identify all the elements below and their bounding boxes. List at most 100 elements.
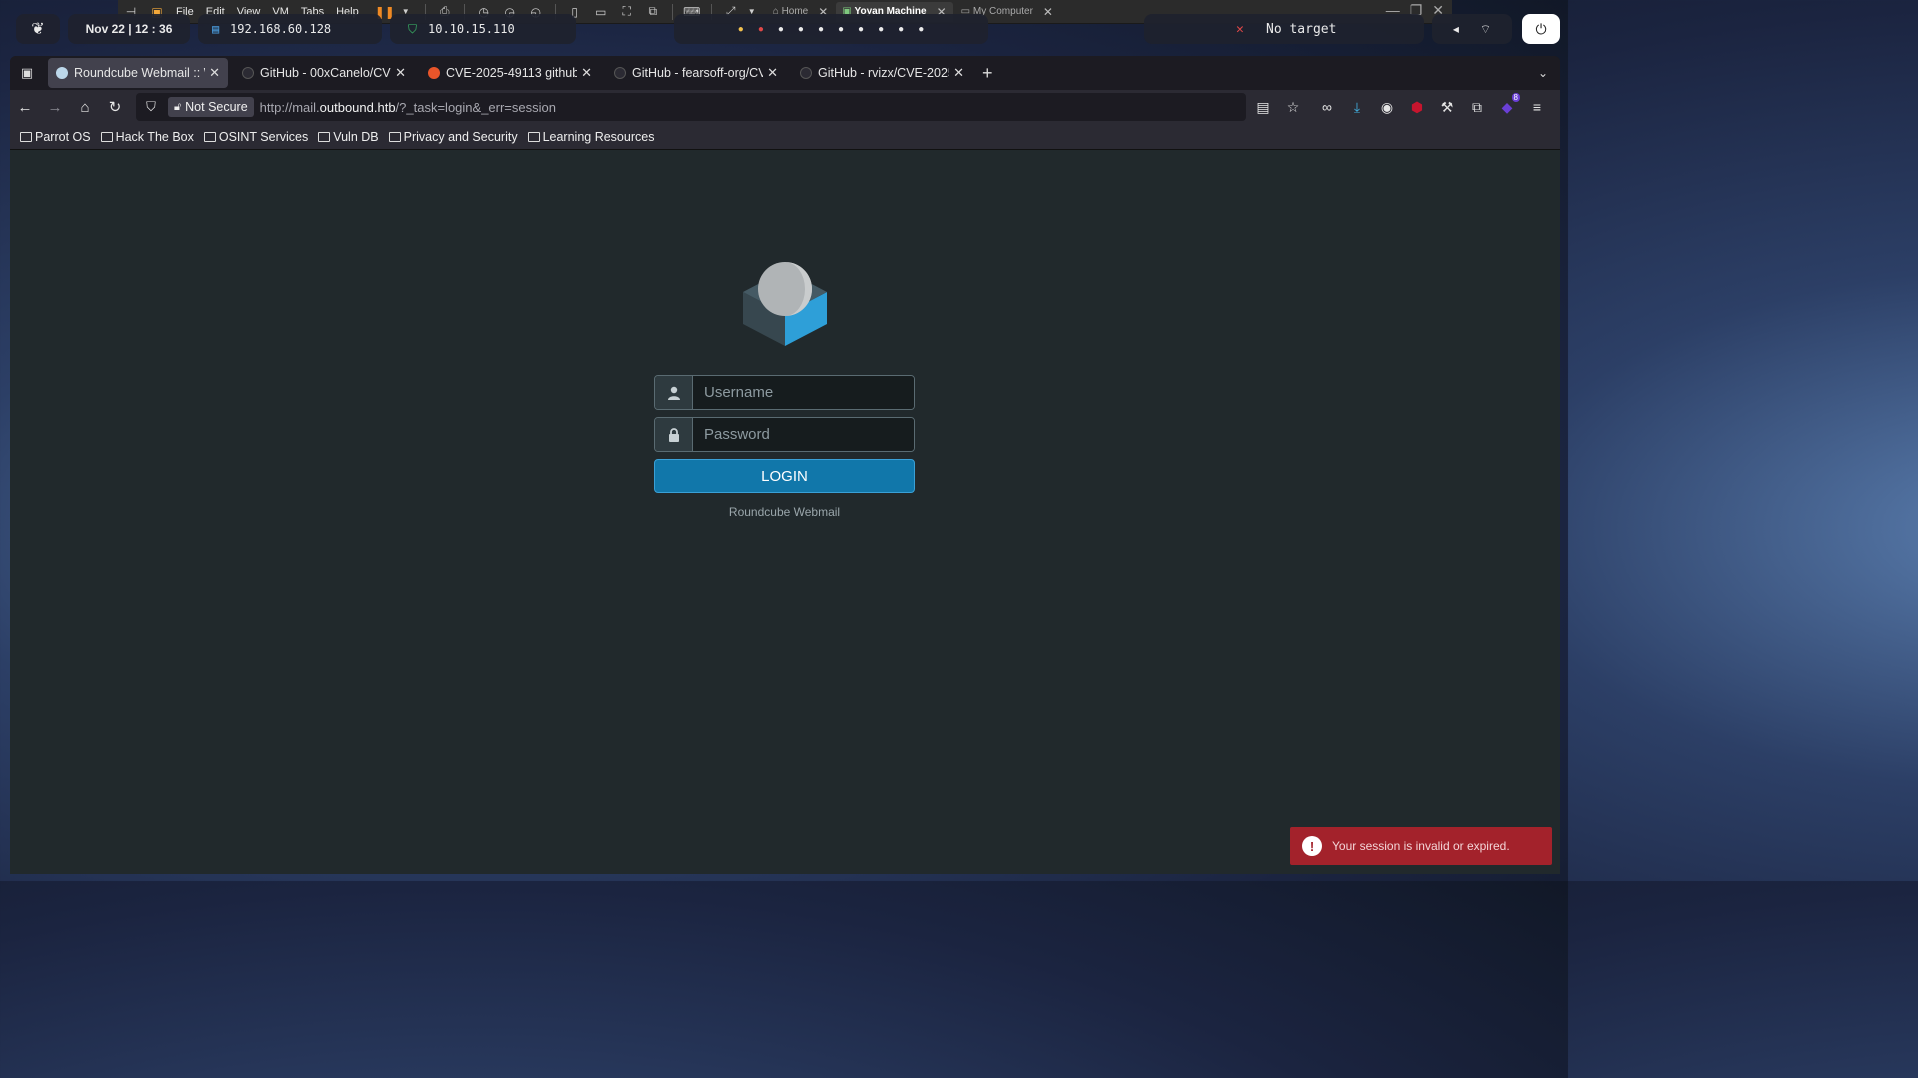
bookmark-folder-learning-resources[interactable]: Learning Resources <box>527 129 655 144</box>
bookmark-folder-hack-the-box[interactable]: Hack The Box <box>100 129 194 144</box>
close-icon[interactable]: ✕ <box>1043 5 1053 19</box>
bookmark-folder-parrot-os[interactable]: Parrot OS <box>20 130 91 144</box>
parrot-menu-button[interactable]: ❦ <box>16 14 60 44</box>
private-mask-icon[interactable]: ∞ <box>1312 99 1342 115</box>
error-toast[interactable]: ! Your session is invalid or expired. <box>1290 827 1552 865</box>
folder-icon <box>527 131 540 142</box>
folder-icon <box>203 131 216 142</box>
security-indicator[interactable]: 🔓︎ Not Secure <box>168 97 254 117</box>
panel-local-ip: ▤ 192.168.60.128 <box>198 14 382 44</box>
extensions-puzzle-icon[interactable]: ⧉ <box>1462 99 1492 116</box>
workspace-dot-icon[interactable]: ● <box>838 24 844 35</box>
bookmark-folder-vuln-db[interactable]: Vuln DB <box>318 130 379 144</box>
workspace-dot-icon[interactable]: ● <box>798 24 804 35</box>
downloads-icon[interactable]: ⤓ <box>1342 99 1372 116</box>
error-exclamation-icon: ! <box>1302 836 1322 856</box>
parrot-logo-icon: ❦ <box>31 21 45 38</box>
tracking-protection-shield-icon[interactable]: ⛉ <box>136 99 166 115</box>
workspace-dot-icon[interactable]: ● <box>898 24 904 35</box>
workspace-dot-icon[interactable]: ● <box>778 24 784 35</box>
tab-groups-icon[interactable]: ▣ <box>12 65 42 81</box>
workspace-dot-icon[interactable]: ● <box>878 24 884 35</box>
close-icon[interactable]: ✕ <box>767 65 778 81</box>
url-bar[interactable]: ⛉ 🔓︎ Not Secure http://mail.outbound.htb… <box>136 93 1246 121</box>
url-text[interactable]: http://mail.outbound.htb/?_task=login&_e… <box>260 100 556 115</box>
login-button[interactable]: LOGIN <box>654 459 915 493</box>
divider <box>671 3 673 20</box>
close-icon[interactable]: ✕ <box>209 65 220 81</box>
workspace-switcher[interactable]: ● ● ● ● ● ● ● ● ● ● <box>674 14 988 44</box>
network-icon: ▤ <box>212 22 220 36</box>
thumbnail-view-icon[interactable]: ▭ <box>593 4 609 20</box>
tab-cve-search[interactable]: CVE-2025-49113 github ✕ <box>420 58 600 88</box>
ublock-origin-icon[interactable]: ⬢ <box>1402 99 1432 116</box>
system-tray: ◂ ⌔ <box>1432 14 1512 44</box>
power-button[interactable]: ⏻ <box>1522 14 1560 44</box>
panel-clock: Nov 22 | 12 : 36 <box>68 14 190 44</box>
folder-icon <box>20 131 32 142</box>
list-all-tabs-chevron-icon[interactable]: ⌄ <box>1538 66 1548 80</box>
vpn-shield-icon: ⛉ <box>408 21 418 36</box>
broken-lock-icon: 🔓︎ <box>174 100 182 113</box>
url-host: outbound.htb <box>319 99 396 115</box>
bookmark-folder-osint-services[interactable]: OSINT Services <box>203 130 308 144</box>
wrench-tools-icon[interactable]: ⚒ <box>1432 99 1462 116</box>
github-favicon-icon <box>800 67 812 79</box>
no-target-icon: ✕ <box>1236 21 1244 37</box>
tab-github-fearsoff[interactable]: GitHub - fearsoff-org/CVE ✕ <box>606 58 786 88</box>
roundcube-logo-icon <box>743 262 827 346</box>
security-label: Not Secure <box>185 100 248 114</box>
workspace-dot-icon[interactable]: ● <box>738 24 744 35</box>
bookmark-label: Hack The Box <box>115 129 194 144</box>
tab-label: Roundcube Webmail :: W <box>74 66 206 80</box>
workspace-dot-icon[interactable]: ● <box>818 24 824 35</box>
bookmark-label: Learning Resources <box>542 129 655 144</box>
full-screen-icon[interactable]: ⛶ <box>619 4 635 20</box>
volume-icon[interactable]: ◂ <box>1453 22 1459 36</box>
workspace-dot-icon[interactable]: ● <box>918 24 924 35</box>
bookmark-star-icon[interactable]: ☆ <box>1278 99 1308 116</box>
close-icon[interactable]: ✕ <box>953 65 964 81</box>
reader-view-icon[interactable]: ▤ <box>1248 99 1278 116</box>
url-path: /?_task=login&_err=session <box>395 99 556 115</box>
password-field <box>654 417 915 452</box>
wifi-icon[interactable]: ⌔ <box>1480 22 1491 37</box>
username-field <box>654 375 915 410</box>
close-icon[interactable]: ✕ <box>395 65 406 81</box>
back-arrow-icon[interactable]: ← <box>10 99 40 116</box>
bookmarks-toolbar: Parrot OS Hack The Box OSINT Services Vu… <box>10 124 1560 150</box>
tab-github-00xcanelo[interactable]: GitHub - 00xCanelo/CVE ✕ <box>234 58 414 88</box>
vpn-ip-text: 10.10.15.110 <box>428 22 515 36</box>
folder-icon <box>318 131 331 142</box>
browser-window: ▣ Roundcube Webmail :: W ✕ GitHub - 00xC… <box>10 56 1560 874</box>
new-tab-plus-icon[interactable]: + <box>982 63 993 84</box>
close-icon[interactable]: ✕ <box>581 65 592 81</box>
user-icon <box>655 376 693 409</box>
tab-label: GitHub - rvizx/CVE-2025- <box>818 66 950 80</box>
account-icon[interactable]: ◉ <box>1372 99 1402 116</box>
toolbar-right: ▤ ☆ ∞ ⤓ ◉ ⬢ ⚒ ⧉ ◆ 8 ≡ <box>1248 92 1560 116</box>
password-input[interactable] <box>693 418 914 451</box>
target-text: No target <box>1266 21 1337 37</box>
unity-icon[interactable]: ⧉ <box>645 4 661 20</box>
forward-arrow-icon[interactable]: → <box>40 99 70 116</box>
github-favicon-icon <box>614 67 626 79</box>
brave-favicon-icon <box>428 67 440 79</box>
lock-icon <box>655 418 693 451</box>
folder-icon <box>100 131 113 142</box>
reload-icon[interactable]: ↻ <box>100 98 130 116</box>
home-icon[interactable]: ⌂ <box>70 99 100 116</box>
hamburger-menu-icon[interactable]: ≡ <box>1522 99 1552 115</box>
bookmark-folder-privacy-and-security[interactable]: Privacy and Security <box>388 130 518 144</box>
tab-github-rvizx[interactable]: GitHub - rvizx/CVE-2025- ✕ <box>792 58 972 88</box>
tab-label: CVE-2025-49113 github <box>446 66 578 80</box>
wappalyzer-icon[interactable]: ◆ 8 <box>1492 92 1522 116</box>
tab-roundcube[interactable]: Roundcube Webmail :: W ✕ <box>48 58 228 88</box>
workspace-dot-icon[interactable]: ● <box>858 24 864 35</box>
tab-bar: ▣ Roundcube Webmail :: W ✕ GitHub - 00xC… <box>10 56 1560 90</box>
folder-icon <box>388 131 401 142</box>
workspace-dot-icon[interactable]: ● <box>758 24 764 35</box>
username-input[interactable] <box>693 376 914 409</box>
product-name-footer: Roundcube Webmail <box>728 505 841 519</box>
panel-vpn-ip: ⛉ 10.10.15.110 <box>390 14 576 44</box>
